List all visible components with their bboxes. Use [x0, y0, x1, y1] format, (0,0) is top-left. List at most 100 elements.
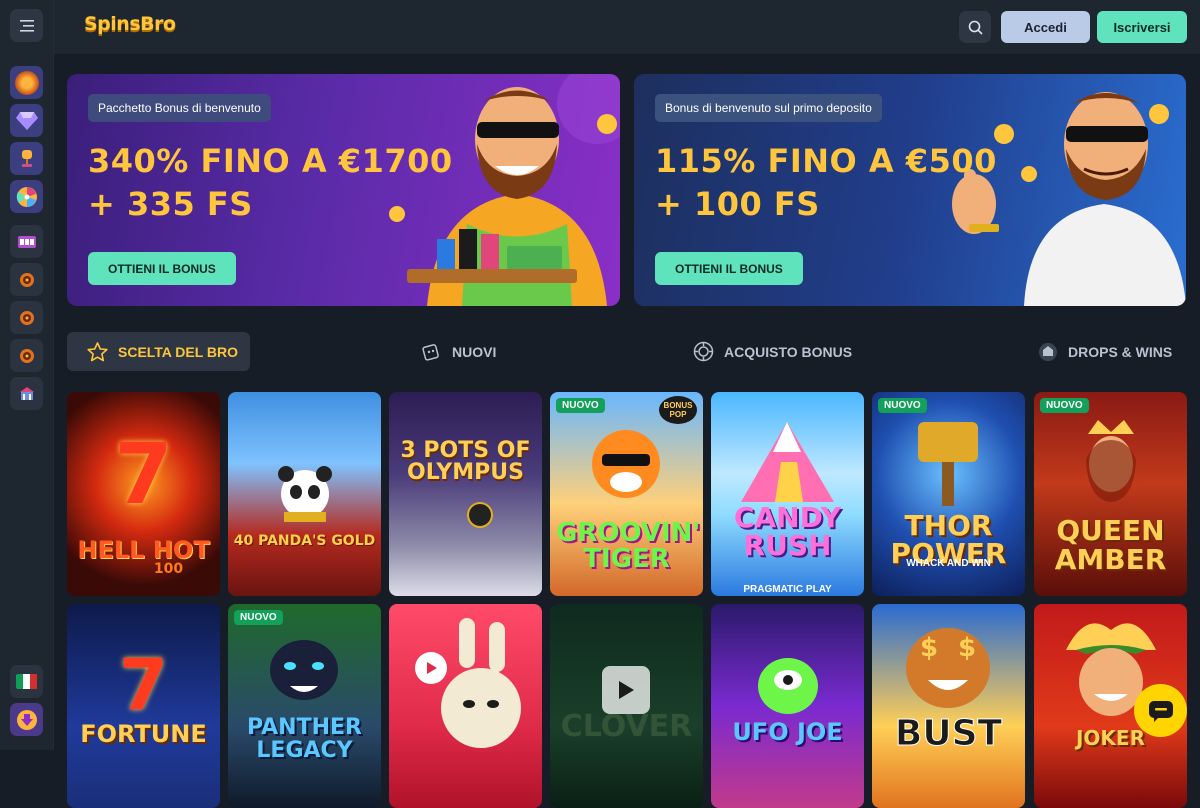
game-tile[interactable]: CANDY RUSH PRAGMATIC PLAY: [711, 392, 864, 596]
mascot-illustration: [952, 92, 1186, 306]
top-header: SpinsBro Accedi Iscriversi: [54, 0, 1200, 54]
game-tile[interactable]: UFO JOE: [711, 604, 864, 808]
game-title: 3 POTS OF OLYMPUS: [400, 438, 531, 485]
drops-wins-icon: [1039, 342, 1057, 361]
new-badge: NUOVO: [234, 610, 283, 625]
game-title: GROOVIN' TIGER: [556, 518, 701, 574]
game-art-seven: 7: [119, 644, 168, 726]
download-icon: [16, 709, 37, 730]
download-app-button[interactable]: [10, 703, 43, 736]
game-tile[interactable]: NUOVO THOR POWER WHACK AND WIN: [872, 392, 1025, 596]
tab-label: ACQUISTO BONUS: [724, 343, 853, 360]
game-title: 40 PANDA'S GOLD: [233, 533, 376, 549]
star-icon: [87, 341, 108, 361]
game-tile[interactable]: 7 FORTUNE: [67, 604, 220, 808]
alien-illustration: [758, 658, 818, 714]
banner-headline-line1: 340% FINO A €1700: [88, 142, 453, 180]
game-title: CANDY RUSH: [733, 501, 842, 562]
language-selector[interactable]: [10, 665, 43, 698]
game-title: HELL HOT: [77, 536, 210, 564]
play-video-button[interactable]: [602, 666, 650, 714]
tab-drops-wins[interactable]: DROPS & WINS: [1038, 332, 1172, 371]
game-tile[interactable]: [389, 604, 542, 808]
new-badge: NUOVO: [878, 398, 927, 413]
menu-button[interactable]: [10, 9, 43, 42]
sidebar-item-roulette-3[interactable]: [10, 339, 43, 372]
sidebar-item-bonus[interactable]: [10, 66, 43, 99]
sidebar-item-slots[interactable]: [10, 225, 43, 258]
play-icon: [619, 681, 634, 699]
tab-acquisto-bonus[interactable]: ACQUISTO BONUS: [693, 332, 852, 371]
bonus-pop-badge: BONUS POP: [659, 396, 697, 424]
panda-illustration: [278, 466, 332, 522]
sidebar-item-wheel[interactable]: [10, 180, 43, 213]
game-tile[interactable]: 7 HELL HOT 100: [67, 392, 220, 596]
game-subtitle: 100: [153, 561, 184, 577]
hamburger-icon: [19, 19, 34, 32]
game-subtitle: WHACK AND WIN: [906, 558, 991, 569]
tab-nuovi[interactable]: NUOVI: [422, 332, 496, 371]
mascot-illustration: [389, 74, 620, 306]
game-tile[interactable]: 3 POTS OF OLYMPUS: [389, 392, 542, 596]
game-title: FORTUNE: [80, 720, 207, 748]
dice-icon: [422, 343, 439, 361]
chat-icon: [1148, 700, 1173, 722]
tab-scelta-del-bro[interactable]: SCELTA DEL BRO: [67, 332, 250, 371]
login-button[interactable]: Accedi: [1001, 11, 1090, 43]
game-tile[interactable]: $ $ BUST: [872, 604, 1025, 808]
roulette-icon: [19, 272, 34, 287]
search-icon: [968, 20, 983, 35]
roulette-icon: [19, 310, 34, 325]
get-bonus-button[interactable]: OTTIENI IL BONUS: [655, 252, 803, 285]
banner-headline-line2: + 100 FS: [655, 185, 820, 223]
site-logo[interactable]: SpinsBro: [84, 13, 176, 35]
italy-flag-icon: [15, 674, 38, 689]
game-tile[interactable]: NUOVO PANTHER LEGACY: [228, 604, 381, 808]
game-provider: PRAGMATIC PLAY: [743, 584, 832, 595]
sidebar-item-roulette-2[interactable]: [10, 301, 43, 334]
game-tile[interactable]: NUOVO QUEEN AMBER: [1034, 392, 1187, 596]
wheel-icon: [16, 186, 37, 207]
get-bonus-button[interactable]: OTTIENI IL BONUS: [88, 252, 236, 285]
sidebar: [0, 0, 54, 750]
svg-text:$: $: [958, 633, 976, 663]
tab-label: DROPS & WINS: [1068, 343, 1173, 360]
tab-label: SCELTA DEL BRO: [118, 343, 239, 360]
chip-icon: [693, 341, 714, 362]
diamond-icon: [15, 111, 38, 130]
signup-button[interactable]: Iscriversi: [1097, 11, 1187, 43]
svg-text:$: $: [920, 633, 938, 663]
beaver-illustration: $ $: [906, 628, 990, 708]
win-badge: [467, 502, 493, 528]
live-chat-button[interactable]: [1134, 684, 1187, 737]
panther-illustration: [270, 640, 338, 700]
game-tile[interactable]: CLOVER: [550, 604, 703, 808]
game-tile[interactable]: 40 PANDA'S GOLD: [228, 392, 381, 596]
trophy-icon: [21, 149, 32, 167]
sidebar-item-vip[interactable]: [10, 104, 43, 137]
first-deposit-banner[interactable]: Bonus di benvenuto sul primo deposito 11…: [634, 74, 1186, 306]
coin-icon: [14, 70, 39, 95]
sidebar-item-live-casino[interactable]: [10, 377, 43, 410]
tab-label: NUOVI: [452, 343, 497, 360]
banner-headline-line1: 115% FINO A €500: [655, 142, 997, 180]
search-button[interactable]: [959, 11, 991, 43]
banner-tag: Bonus di benvenuto sul primo deposito: [655, 94, 882, 122]
sidebar-item-roulette-1[interactable]: [10, 263, 43, 296]
banner-headline-line2: + 335 FS: [88, 185, 253, 223]
hammer-illustration: [918, 422, 978, 506]
sidebar-item-tournaments[interactable]: [10, 142, 43, 175]
new-badge: NUOVO: [1040, 398, 1089, 413]
game-title: CLOVER: [560, 709, 693, 744]
welcome-bonus-banner[interactable]: Pacchetto Bonus di benvenuto 340% FINO A…: [67, 74, 620, 306]
bunny-illustration: [415, 618, 521, 748]
game-title: QUEEN AMBER: [1054, 514, 1167, 577]
banner-tag: Pacchetto Bonus di benvenuto: [88, 94, 271, 122]
game-title: BUST: [894, 713, 1003, 754]
queen-illustration: [1086, 420, 1136, 502]
game-art-seven: 7: [114, 425, 173, 523]
candy-mountain-illustration: [741, 422, 834, 502]
slot-icon: [17, 235, 36, 248]
game-tile[interactable]: NUOVO BONUS POP GROOVIN' TIGER: [550, 392, 703, 596]
roulette-icon: [19, 348, 34, 363]
